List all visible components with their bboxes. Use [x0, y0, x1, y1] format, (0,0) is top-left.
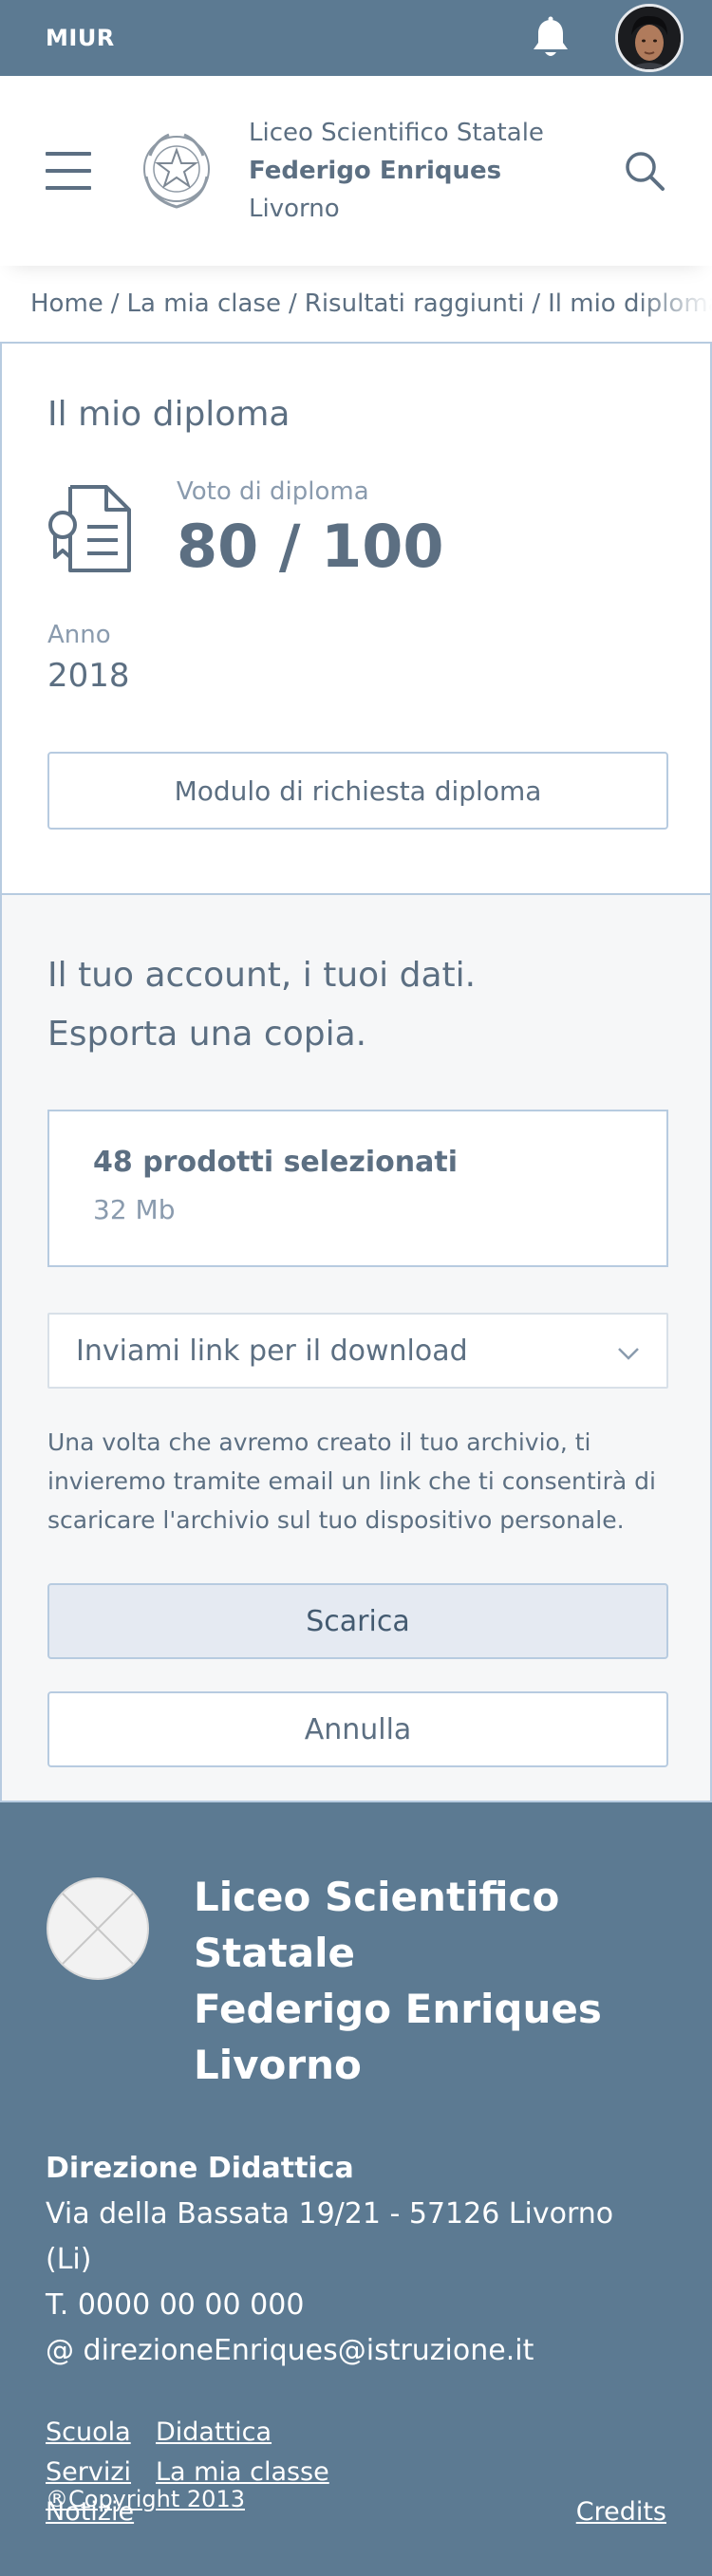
footer-link-didattica[interactable]: Didattica: [156, 2417, 272, 2447]
footer-link-servizi[interactable]: Servizi: [46, 2457, 131, 2487]
certificate-icon: [47, 477, 133, 574]
diploma-title: Il mio diploma: [47, 395, 290, 434]
school-line1: Liceo Scientifico Statale: [249, 119, 544, 147]
breadcrumb-home[interactable]: Home: [30, 289, 103, 318]
footer-link-credits[interactable]: Credits: [576, 2497, 666, 2527]
export-title: Il tuo account, i tuoi dati. Esporta una…: [47, 946, 665, 1064]
breadcrumb-current: Il mio diploma: [548, 289, 712, 318]
breadcrumb-results[interactable]: Risultati raggiunti: [305, 289, 525, 318]
chevron-down-icon: [617, 1335, 640, 1368]
delivery-select[interactable]: Inviami link per il download: [47, 1313, 668, 1389]
site-header: Liceo Scientifico Statale Federigo Enriq…: [0, 76, 712, 266]
copyright: ®Copyright 2013: [46, 2486, 245, 2512]
help-text: Una volta che avremo creato il tuo archi…: [47, 1428, 656, 1534]
export-title-line1: Il tuo account, i tuoi dati.: [47, 956, 477, 995]
direction-label: Direzione Didattica: [46, 2152, 354, 2185]
footer-school-name: Liceo Scientifico Statale Federigo Enriq…: [194, 1869, 666, 2093]
grade-label: Voto di diploma: [177, 477, 369, 506]
email[interactable]: @ direzioneEnriques@istruzione.it: [46, 2328, 666, 2374]
school-logo-placeholder-icon: [46, 1876, 150, 1981]
diploma-request-button[interactable]: Modulo di richiesta diploma: [47, 752, 668, 830]
school-name[interactable]: Liceo Scientifico Statale Federigo Enriq…: [249, 114, 623, 228]
breadcrumb-separator: /: [110, 289, 120, 318]
brand-label[interactable]: MIUR: [46, 25, 115, 51]
diploma-card: Il mio diploma Voto di diploma 80 / 100 …: [0, 342, 712, 893]
footer-school-line1: Liceo Scientifico Statale: [194, 1874, 560, 1976]
address: Via della Bassata 19/21 - 57126 Livorno …: [46, 2197, 614, 2276]
breadcrumb-separator: /: [288, 289, 297, 318]
export-card: Il tuo account, i tuoi dati. Esporta una…: [0, 893, 712, 1802]
selected-size: 32 Mb: [93, 1194, 176, 1225]
export-title-line2: Esporta una copia.: [47, 1015, 367, 1054]
site-footer: Liceo Scientifico Statale Federigo Enriq…: [0, 1802, 712, 2576]
footer-school-line3: Livorno: [194, 2042, 362, 2088]
bell-icon[interactable]: [528, 15, 573, 61]
republic-emblem-icon: [137, 127, 216, 215]
footer-link-scuola[interactable]: Scuola: [46, 2417, 131, 2447]
footer-brand: Liceo Scientifico Statale Federigo Enriq…: [46, 1874, 666, 2093]
year-label: Anno: [47, 621, 111, 649]
download-button[interactable]: Scarica: [47, 1583, 668, 1659]
selected-items-box[interactable]: 48 prodotti selezionati 32 Mb: [47, 1110, 668, 1267]
breadcrumb: Home / La mia clase / Risultati raggiunt…: [0, 266, 712, 342]
footer-contacts: Direzione Didattica Via della Bassata 19…: [46, 2146, 666, 2374]
grade-value: 80 / 100: [177, 512, 444, 581]
footer-school-line2: Federigo Enriques: [194, 1986, 602, 2032]
grade-row: Voto di diploma 80 / 100: [47, 477, 665, 581]
selected-count: 48 prodotti selezionati: [93, 1146, 458, 1179]
menu-icon[interactable]: [46, 152, 91, 190]
breadcrumb-class[interactable]: La mia clase: [127, 289, 281, 318]
footer-link-mia-classe[interactable]: La mia classe: [156, 2457, 329, 2487]
avatar[interactable]: [615, 4, 684, 72]
cancel-button[interactable]: Annulla: [47, 1691, 668, 1767]
topbar-actions: [528, 4, 684, 72]
search-icon[interactable]: [623, 149, 666, 193]
breadcrumb-separator: /: [532, 289, 541, 318]
delivery-select-value: Inviami link per il download: [76, 1334, 468, 1368]
grade-block: Voto di diploma 80 / 100: [177, 477, 444, 581]
school-line3: Livorno: [249, 195, 340, 223]
phone: T. 0000 00 00 000: [46, 2288, 305, 2322]
year-value: 2018: [47, 657, 130, 695]
footer-links: Scuola Didattica Servizi La mia classe N…: [46, 2417, 666, 2539]
top-bar: MIUR: [0, 0, 712, 76]
school-line2: Federigo Enriques: [249, 157, 502, 185]
copyright-link[interactable]: ®Copyright 2013: [46, 2486, 245, 2512]
